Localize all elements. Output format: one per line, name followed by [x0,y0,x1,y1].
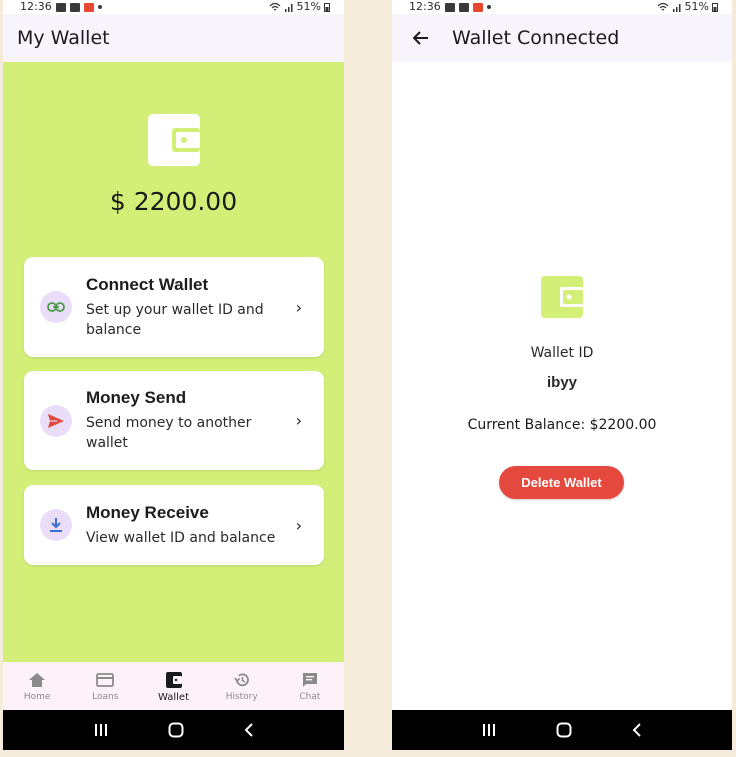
status-time: 12:36 [409,0,441,13]
more-notifications-icon [97,5,102,9]
my-wallet-screen: 12:36 51% My Wallet $ 2200.00 Connect Wa… [3,0,344,750]
money-send-card[interactable]: Money Send Send money to another wallet … [24,371,324,470]
home-icon [29,673,46,687]
gallery-notification-icon [444,2,455,12]
nav-label: History [225,692,258,702]
back-button-icon[interactable] [631,722,643,738]
battery-icon [712,3,718,12]
wifi-icon [657,2,668,11]
gallery-notification-icon [55,2,66,12]
wallet-balance: $ 2200.00 [109,187,238,216]
app-bar: My Wallet [3,14,344,62]
page-title: Wallet Connected [452,27,620,49]
card-title: Connect Wallet [86,274,209,294]
connect-wallet-card[interactable]: Connect Wallet Set up your wallet ID and… [24,257,324,357]
chevron-right-icon: › [295,411,302,430]
link-icon-circle [40,291,72,323]
download-icon [50,518,62,532]
card-title: Money Receive [86,502,209,522]
nav-label: Loans [92,692,119,702]
signal-icon [672,4,681,12]
wallet-connected-screen: 12:36 51% Wallet Connected Wallet ID iby… [392,0,732,750]
wallet-icon [165,671,182,688]
card-title: Money Send [86,388,187,407]
folder-notification-icon [458,2,469,12]
more-notifications-icon [486,5,491,9]
wifi-icon [269,2,280,11]
nav-home[interactable]: Home [3,662,71,710]
current-balance: Current Balance: $2200.00 [467,417,657,433]
wallet-icon [148,114,200,166]
nav-wallet[interactable]: Wallet [139,662,207,710]
chevron-right-icon: › [295,297,302,317]
battery-percent: 51% [684,0,709,13]
folder-notification-icon [69,2,80,12]
delete-wallet-button[interactable]: Delete Wallet [499,466,624,499]
card-subtitle: View wallet ID and balance [86,529,276,546]
status-bar: 12:36 51% [3,0,344,14]
recent-apps-icon[interactable] [481,723,497,737]
app-notification-icon [83,2,94,12]
wallet-panel: $ 2200.00 Connect Wallet Set up your wal… [3,62,344,662]
back-button-icon[interactable] [243,722,255,738]
app-notification-icon [472,2,483,12]
status-time: 12:36 [20,0,52,13]
nav-label: Home [23,692,51,702]
battery-percent: 51% [296,0,321,13]
back-arrow-icon[interactable] [406,26,436,50]
wallet-id-value: ibyy [546,374,577,391]
card-subtitle: Set up your wallet ID and balance [86,301,264,338]
money-receive-card[interactable]: Money Receive View wallet ID and balance… [24,485,324,565]
bottom-navigation: Home Loans Wallet History Chat [3,662,344,710]
signal-icon [284,4,293,12]
home-button-icon[interactable] [168,722,184,738]
system-navigation-bar [392,710,732,750]
history-icon [234,673,249,687]
chat-icon [302,673,317,687]
system-navigation-bar [3,710,344,750]
battery-icon [324,3,330,12]
nav-label: Wallet [158,691,190,703]
send-icon [48,413,64,428]
download-icon-circle [40,509,72,541]
chevron-right-icon: › [295,515,302,535]
credit-card-icon [96,673,115,687]
page-title: My Wallet [17,27,110,49]
nav-history[interactable]: History [208,662,276,710]
card-subtitle: Send money to another wallet [86,415,252,451]
app-bar: Wallet Connected [392,14,732,62]
link-icon [47,302,65,312]
home-button-icon[interactable] [556,722,572,738]
recent-apps-icon[interactable] [93,723,109,737]
status-bar: 12:36 51% [392,0,732,14]
send-icon-circle [40,404,72,437]
wallet-icon [541,276,583,318]
nav-chat[interactable]: Chat [276,662,344,710]
nav-loans[interactable]: Loans [71,662,139,710]
wallet-id-label: Wallet ID [530,345,594,361]
nav-label: Chat [299,692,321,702]
